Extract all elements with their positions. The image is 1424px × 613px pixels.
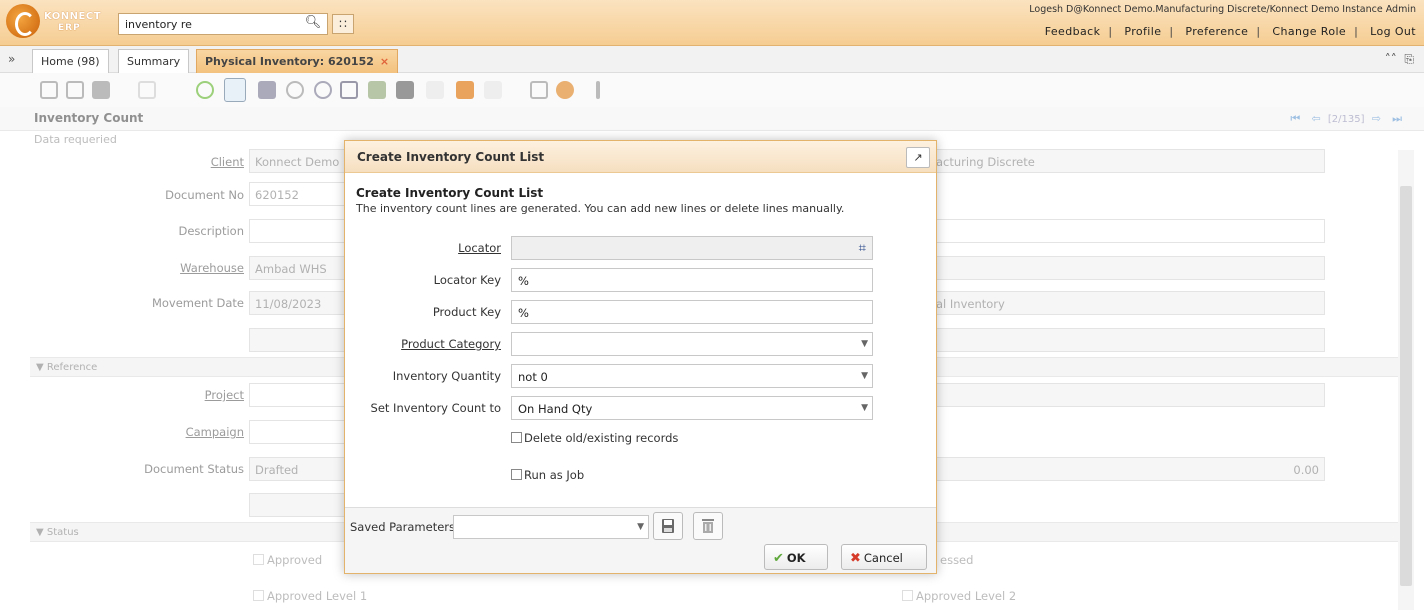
- logo-text: KONNECT: [44, 11, 102, 22]
- trash-icon: [702, 519, 714, 533]
- find-icon[interactable]: [224, 78, 246, 102]
- window-toolbar: [0, 73, 1424, 107]
- delete-parameters-button[interactable]: [693, 512, 723, 540]
- tab-bar: » Home (98) Summary Physical Inventory: …: [0, 46, 1424, 73]
- tab-physical-inventory-label: Physical Inventory: 620152: [205, 55, 374, 68]
- print-icon[interactable]: [396, 81, 414, 99]
- floppy-icon: [662, 519, 674, 533]
- process-icon[interactable]: [530, 81, 548, 99]
- set-count-select[interactable]: On Hand Qty ▼: [511, 396, 873, 420]
- inventory-quantity-select[interactable]: not 0 ▼: [511, 364, 873, 388]
- chevron-down-icon[interactable]: ▼: [861, 339, 868, 349]
- workflow-icon[interactable]: [368, 81, 386, 99]
- chevron-down-icon[interactable]: ▼: [861, 371, 868, 381]
- refresh-icon[interactable]: [196, 81, 214, 99]
- attachment-icon[interactable]: [286, 81, 304, 99]
- ok-label: OK: [786, 551, 806, 565]
- zoom-icon[interactable]: [314, 81, 332, 99]
- user-context: Logesh D@Konnect Demo.Manufacturing Disc…: [1029, 4, 1416, 15]
- product-category-select[interactable]: ▼: [511, 332, 873, 356]
- report-icon[interactable]: [340, 81, 358, 99]
- chevron-down-icon[interactable]: ▼: [861, 403, 868, 413]
- new-record-icon[interactable]: [40, 81, 58, 99]
- locator-field[interactable]: ⌗: [511, 236, 873, 260]
- maximize-icon[interactable]: ↗: [906, 147, 930, 168]
- expand-panel-icon[interactable]: »: [8, 52, 15, 66]
- tab-home-label: Home (98): [41, 55, 100, 68]
- saved-parameters-select[interactable]: ▼: [453, 515, 649, 539]
- logo-subtext: ERP: [58, 23, 81, 33]
- archive-icon[interactable]: [426, 81, 444, 99]
- header-links: Feedback | Profile | Preference | Change Ro…: [1044, 25, 1416, 38]
- global-search-input[interactable]: inventory re: [118, 13, 328, 35]
- locator-key-label: Locator Key: [433, 273, 501, 287]
- grid-toggle-icon[interactable]: [258, 81, 276, 99]
- export-icon[interactable]: [456, 81, 474, 99]
- logout-link[interactable]: Log Out: [1370, 25, 1416, 38]
- set-count-label: Set Inventory Count to: [370, 401, 501, 415]
- locator-picker-icon[interactable]: ⌗: [859, 241, 866, 256]
- save-parameters-button[interactable]: [653, 512, 683, 540]
- preference-link[interactable]: Preference: [1185, 25, 1248, 38]
- dialog-title: Create Inventory Count List: [345, 141, 936, 173]
- chat-icon[interactable]: [556, 81, 574, 99]
- inventory-quantity-value: not 0: [518, 370, 548, 384]
- saved-parameters-label: Saved Parameters: [350, 520, 456, 534]
- delete-old-label: Delete old/existing records: [524, 431, 679, 445]
- delete-record-icon[interactable]: [92, 81, 110, 99]
- logo-mark-icon: [6, 4, 40, 38]
- cancel-x-icon: ✖: [850, 551, 861, 566]
- ok-button[interactable]: ✔ OK: [764, 544, 828, 570]
- tab-summary-label: Summary: [127, 55, 181, 68]
- more-icon[interactable]: [596, 81, 600, 99]
- product-key-input[interactable]: %: [511, 300, 873, 324]
- cancel-label: Cancel: [863, 551, 903, 565]
- search-icon[interactable]: 🔍︎: [304, 15, 322, 33]
- change-role-link[interactable]: Change Role: [1272, 25, 1346, 38]
- feedback-link[interactable]: Feedback: [1045, 25, 1101, 38]
- checkbox-box[interactable]: [511, 469, 522, 480]
- product-key-label: Product Key: [432, 305, 501, 319]
- delete-old-checkbox[interactable]: Delete old/existing records: [511, 431, 678, 445]
- cancel-button[interactable]: ✖ Cancel: [841, 544, 927, 570]
- run-as-job-label: Run as Job: [524, 468, 585, 482]
- app-logo[interactable]: KONNECT ERP: [6, 4, 118, 40]
- checkmark-icon: ✔: [773, 551, 784, 566]
- locator-label[interactable]: Locator: [345, 241, 501, 255]
- close-tab-icon[interactable]: ×: [380, 55, 389, 68]
- create-inventory-count-dialog: Create Inventory Count List ↗ Create Inv…: [344, 140, 937, 574]
- tab-summary[interactable]: Summary: [118, 49, 190, 73]
- collapse-icon[interactable]: ˄˄ ⎘: [1385, 52, 1414, 67]
- chevron-down-icon[interactable]: ▼: [637, 522, 644, 532]
- dialog-description: The inventory count lines are generated.…: [356, 202, 845, 215]
- checkbox-box[interactable]: [511, 432, 522, 443]
- dialog-footer: Saved Parameters ▼ ✔ OK ✖ Cancel: [345, 507, 936, 573]
- help-icon[interactable]: [484, 81, 502, 99]
- inventory-quantity-label: Inventory Quantity: [392, 369, 501, 383]
- locator-key-input[interactable]: %: [511, 268, 873, 292]
- product-category-label[interactable]: Product Category: [345, 337, 501, 351]
- save-icon[interactable]: [138, 81, 156, 99]
- tab-home[interactable]: Home (98): [32, 49, 109, 73]
- run-as-job-checkbox[interactable]: Run as Job: [511, 468, 584, 482]
- set-count-value: On Hand Qty: [518, 402, 593, 416]
- menu-tree-icon[interactable]: ∷: [332, 14, 354, 34]
- app-header: KONNECT ERP inventory re 🔍︎ ∷ Logesh D@K…: [0, 0, 1424, 46]
- profile-link[interactable]: Profile: [1124, 25, 1161, 38]
- copy-record-icon[interactable]: [66, 81, 84, 99]
- dialog-heading: Create Inventory Count List: [356, 186, 544, 200]
- tab-physical-inventory[interactable]: Physical Inventory: 620152 ×: [196, 49, 399, 73]
